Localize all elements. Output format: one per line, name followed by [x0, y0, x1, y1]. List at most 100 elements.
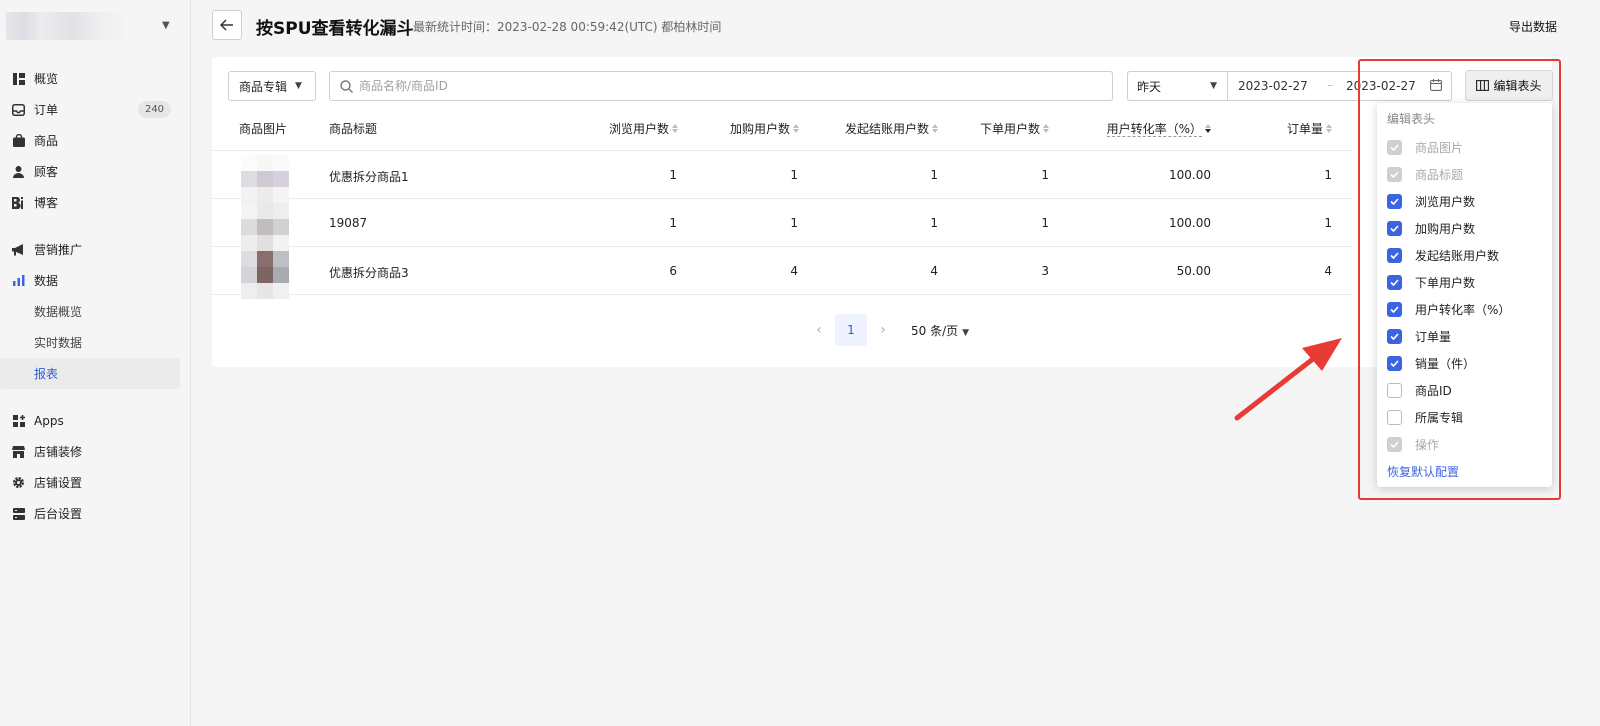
check-icon — [1390, 440, 1399, 448]
check-icon — [1390, 170, 1399, 178]
checkbox-checked[interactable] — [1387, 301, 1402, 317]
sidebar-item-store-design[interactable]: 店铺装修 — [0, 436, 191, 467]
sidebar-item-label: 店铺装修 — [34, 445, 83, 459]
col-ordering-users-label: 下单用户数 — [979, 122, 1040, 136]
checkbox-checked[interactable] — [1387, 220, 1402, 236]
col-orders-sort[interactable]: 订单量 — [1272, 114, 1333, 151]
column-option[interactable]: 商品ID — [1387, 380, 1452, 400]
ordering-users-value: 1 — [1041, 216, 1049, 230]
sidebar: ▼ 概览 订单 240 商品 顾客 博客 营销推广 数据 数据概览 实时数据 报… — [0, 0, 191, 726]
checkbox-checked[interactable] — [1387, 355, 1402, 371]
page-button-1[interactable]: 1 — [835, 314, 867, 346]
prev-page-icon[interactable]: ‹ — [809, 322, 829, 338]
last-updated-text: 最新统计时间：2023-02-28 00:59:42(UTC) 都柏林时间 — [413, 20, 722, 34]
sidebar-item-store-settings[interactable]: 店铺设置 — [0, 467, 191, 498]
sidebar-item-orders[interactable]: 订单 240 — [0, 94, 191, 125]
checkbox[interactable] — [1387, 409, 1402, 425]
sidebar-item-label: 概览 — [34, 72, 59, 86]
sidebar-item-apps[interactable]: Apps — [0, 405, 191, 436]
megaphone-icon — [12, 243, 25, 256]
sidebar-subitem-reports[interactable]: 报表 — [0, 358, 180, 389]
column-option-label: 商品图片 — [1415, 140, 1464, 155]
back-button[interactable] — [212, 10, 242, 40]
column-option[interactable]: 发起结账用户数 — [1387, 245, 1499, 265]
sort-icon — [932, 124, 939, 133]
date-end[interactable]: 2023-02-27 — [1346, 79, 1416, 93]
checkbox-checked[interactable] — [1387, 328, 1402, 344]
edit-columns-button[interactable]: 编辑表头 — [1465, 70, 1553, 101]
chevron-down-icon: ▼ — [162, 20, 170, 31]
sort-icon — [1326, 124, 1333, 133]
date-preset-select[interactable]: 昨天 ▼ — [1128, 72, 1228, 100]
product-title-link[interactable]: 优惠拆分商品3 — [329, 264, 409, 281]
sidebar-item-customers[interactable]: 顾客 — [0, 156, 191, 187]
sidebar-item-products[interactable]: 商品 — [0, 125, 191, 156]
col-views-label: 浏览用户数 — [608, 122, 669, 136]
sidebar-item-label: 商品 — [34, 134, 59, 148]
search-icon — [340, 79, 353, 93]
cart-value: 1 — [790, 168, 798, 182]
checkout-value: 1 — [930, 216, 938, 230]
column-option-label: 销量（件） — [1415, 356, 1476, 371]
checkbox[interactable] — [1387, 382, 1402, 398]
checkbox-checked[interactable] — [1387, 274, 1402, 290]
date-range-picker[interactable]: 昨天 ▼ 2023-02-27 – 2023-02-27 — [1127, 71, 1452, 101]
caret-down-icon: ▼ — [962, 327, 970, 338]
column-option: 商品标题 — [1387, 164, 1463, 184]
column-option[interactable]: 销量（件） — [1387, 353, 1475, 373]
store-switcher[interactable]: ▼ — [6, 8, 176, 44]
column-option[interactable]: 下单用户数 — [1387, 272, 1475, 292]
orders-value: 1 — [1324, 168, 1332, 182]
sidebar-item-data[interactable]: 数据 — [0, 265, 191, 296]
table-row[interactable]: 19087 1 1 1 1 100.00 1 — [212, 199, 1352, 251]
checkout-value: 1 — [930, 168, 938, 182]
column-option[interactable]: 订单量 — [1387, 326, 1451, 346]
product-search[interactable] — [329, 71, 1113, 101]
check-icon — [1390, 143, 1399, 151]
page-size-select[interactable]: 50 条/页 ▼ — [911, 322, 969, 339]
col-checkout-sort[interactable]: 发起结账用户数 — [822, 114, 939, 151]
ordering-users-value: 3 — [1041, 264, 1049, 278]
sidebar-item-label: 顾客 — [34, 165, 59, 179]
reset-default-link[interactable]: 恢复默认配置 — [1387, 463, 1459, 480]
product-title-link[interactable]: 优惠拆分商品1 — [329, 168, 409, 185]
date-start[interactable]: 2023-02-27 — [1238, 79, 1308, 93]
sidebar-item-label: 营销推广 — [34, 243, 83, 257]
search-input[interactable] — [359, 79, 1059, 93]
sort-desc-icon — [1205, 124, 1212, 133]
column-option-label: 发起结账用户数 — [1415, 248, 1500, 263]
table-row[interactable]: 优惠拆分商品3 6 4 4 3 50.00 4 — [212, 247, 1352, 299]
sidebar-subitem-data-overview[interactable]: 数据概览 — [0, 296, 191, 327]
caret-down-icon: ▼ — [1210, 81, 1217, 91]
checkbox-checked[interactable] — [1387, 193, 1402, 209]
check-icon — [1390, 359, 1399, 367]
sidebar-item-overview[interactable]: 概览 — [0, 63, 191, 94]
next-page-icon[interactable]: › — [873, 322, 893, 338]
sidebar-nav: 概览 订单 240 商品 顾客 博客 营销推广 数据 数据概览 实时数据 报表 … — [0, 63, 191, 529]
sidebar-item-blog[interactable]: 博客 — [0, 187, 191, 218]
sidebar-subitem-realtime-data[interactable]: 实时数据 — [0, 327, 191, 358]
bar-chart-icon — [12, 274, 25, 287]
column-option[interactable]: 浏览用户数 — [1387, 191, 1475, 211]
col-conversion-rate-sort[interactable]: 用户转化率（%） — [1092, 114, 1212, 151]
col-ordering-users-sort[interactable]: 下单用户数 — [952, 114, 1050, 151]
sidebar-item-label: 数据 — [34, 274, 59, 288]
column-option[interactable]: 用户转化率（%） — [1387, 299, 1510, 319]
checkbox-checked[interactable] — [1387, 247, 1402, 263]
col-views-sort[interactable]: 浏览用户数 — [592, 114, 679, 151]
export-data-link[interactable]: 导出数据 — [1509, 18, 1557, 35]
col-checkout-label: 发起结账用户数 — [844, 122, 929, 136]
conversion-rate-value: 100.00 — [1169, 168, 1211, 182]
sidebar-item-marketing[interactable]: 营销推广 — [0, 234, 191, 265]
col-product-title: 商品标题 — [329, 122, 378, 136]
column-option[interactable]: 所属专辑 — [1387, 407, 1463, 427]
views-value: 1 — [669, 168, 677, 182]
product-title-link[interactable]: 19087 — [329, 216, 367, 230]
check-icon — [1390, 332, 1399, 340]
column-option[interactable]: 加购用户数 — [1387, 218, 1475, 238]
sidebar-item-admin-settings[interactable]: 后台设置 — [0, 498, 191, 529]
edit-columns-label: 编辑表头 — [1493, 79, 1542, 93]
table-row[interactable]: 优惠拆分商品1 1 1 1 1 100.00 1 — [212, 151, 1352, 203]
col-add-to-cart-sort[interactable]: 加购用户数 — [712, 114, 800, 151]
collection-select[interactable]: 商品专辑 ▼ — [228, 71, 316, 101]
